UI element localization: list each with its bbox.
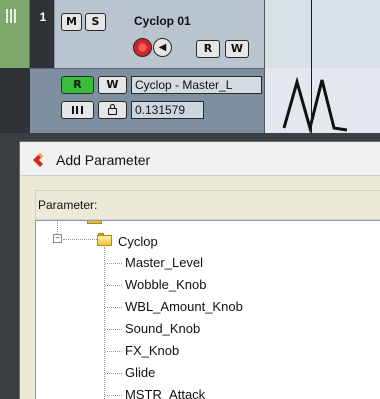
folder-open-icon bbox=[97, 233, 113, 246]
tree-item-wbl-amount-knob[interactable]: WBL_Amount_Knob bbox=[125, 299, 243, 314]
tree-item-fx-knob[interactable]: FX_Knob bbox=[125, 343, 179, 358]
tree-item-wobble-knob[interactable]: Wobble_Knob bbox=[125, 277, 206, 292]
read-automation-button[interactable]: R bbox=[196, 40, 220, 58]
track-name[interactable]: Cyclop 01 bbox=[134, 14, 191, 28]
dialog-title: Add Parameter bbox=[56, 152, 151, 168]
tree-item-glide[interactable]: Glide bbox=[125, 365, 155, 380]
lane-lock-button[interactable] bbox=[98, 101, 127, 119]
track-area: 1 M S Cyclop 01 ◀ R W R W Cyclop - Maste… bbox=[0, 0, 380, 133]
add-parameter-dialog: Add Parameter Parameter: – Cyclop Master… bbox=[19, 141, 380, 399]
speaker-icon: ◀ bbox=[158, 42, 167, 53]
monitor-button[interactable]: ◀ bbox=[153, 38, 172, 57]
dialog-title-bar[interactable]: Add Parameter bbox=[20, 142, 380, 176]
automation-value-field[interactable]: 0.131579 bbox=[131, 101, 204, 119]
track-type-icon bbox=[6, 9, 24, 23]
project-cursor[interactable] bbox=[311, 0, 312, 133]
lock-icon bbox=[108, 104, 117, 115]
tree-item-master-level[interactable]: Master_Level bbox=[125, 255, 203, 270]
lane-icon bbox=[72, 106, 83, 114]
solo-button[interactable]: S bbox=[85, 13, 106, 31]
lane-write-button[interactable]: W bbox=[98, 76, 127, 94]
lane-read-button[interactable]: R bbox=[61, 76, 94, 94]
parameter-tree[interactable]: – Cyclop Master_Level Wobble_Knob WBL_Am… bbox=[35, 220, 380, 399]
record-enable-button[interactable] bbox=[133, 38, 152, 57]
collapse-toggle[interactable]: – bbox=[53, 234, 62, 243]
lane-show-button[interactable] bbox=[61, 101, 94, 119]
folder-icon bbox=[87, 221, 103, 224]
tree-item-mstr-attack[interactable]: MSTR_Attack bbox=[125, 387, 205, 399]
tree-folder-cyclop[interactable]: Cyclop bbox=[118, 234, 158, 249]
track-color-strip[interactable] bbox=[0, 0, 30, 68]
parameter-label: Parameter: bbox=[38, 198, 98, 212]
automation-curve bbox=[282, 76, 348, 133]
write-automation-button[interactable]: W bbox=[225, 40, 249, 58]
track-number: 1 bbox=[39, 10, 47, 24]
cubase-logo-icon bbox=[33, 153, 43, 167]
dialog-body: Parameter: – Cyclop Master_Level Wobble_… bbox=[20, 177, 380, 399]
mute-button[interactable]: M bbox=[61, 13, 82, 31]
tree-item-sound-knob[interactable]: Sound_Knob bbox=[125, 321, 200, 336]
automation-parameter-selector[interactable]: Cyclop - Master_L bbox=[131, 76, 262, 94]
event-display[interactable] bbox=[264, 0, 380, 133]
